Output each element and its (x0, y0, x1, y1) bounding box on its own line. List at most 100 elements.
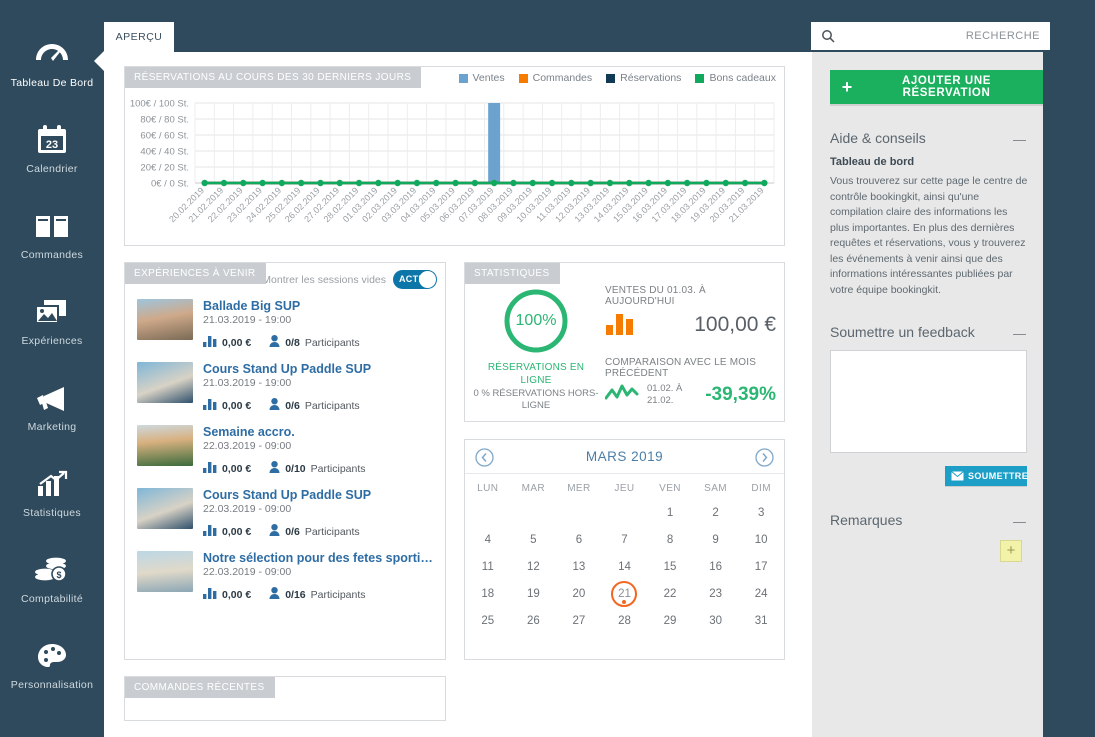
calendar-day-cell[interactable]: 21 (602, 580, 648, 607)
experience-list-item[interactable]: Cours Stand Up Paddle SUP 22.03.2019 - 09… (137, 488, 437, 539)
show-empty-sessions-toggle[interactable]: ACTIF (393, 270, 437, 289)
chevron-left-icon[interactable] (475, 448, 494, 470)
calendar-today-marker[interactable]: 21 (611, 580, 638, 607)
experience-thumbnail (137, 362, 193, 403)
donut-caption: RÉSERVATIONS EN LIGNE (487, 362, 585, 386)
minus-icon[interactable]: — (1013, 515, 1026, 528)
calendar-day-cell[interactable]: 5 (511, 526, 557, 553)
calendar-week-row: 25 26 27 28 29 30 31 (465, 607, 784, 634)
experience-list-item[interactable]: Cours Stand Up Paddle SUP 21.03.2019 - 19… (137, 362, 437, 413)
add-reservation-button[interactable]: + AJOUTER UNE RÉSERVATION (830, 70, 1043, 104)
experience-participants: 0/8 (285, 336, 300, 349)
sidebar-item-label: Comptabilité (21, 593, 83, 605)
submit-feedback-button[interactable]: SOUMETTRE (945, 466, 1028, 487)
legend-item[interactable]: Ventes (458, 72, 505, 84)
calendar-day-cell[interactable]: 23 (693, 580, 739, 607)
calendar-day-cell[interactable]: 2 (693, 499, 739, 526)
calendar-day-cell[interactable]: 15 (647, 553, 693, 580)
section-title: Aide & conseils (830, 130, 926, 146)
experience-title[interactable]: Semaine accro. (203, 425, 437, 439)
sidebar-item-tableau-de-bord[interactable]: Tableau De Bord (0, 26, 105, 112)
calendar-day-cell[interactable]: 31 (738, 607, 784, 634)
svg-text:40€ / 40 St.: 40€ / 40 St. (140, 147, 189, 158)
calendar-day-cell[interactable]: 17 (738, 553, 784, 580)
sidebar-item-statistiques[interactable]: Statistiques (0, 456, 104, 542)
calendar-day-cell[interactable]: 9 (693, 526, 739, 553)
calendar-empty-cell (556, 499, 602, 526)
search-box[interactable] (811, 22, 1050, 50)
empty-sessions-toggle-row: Montrer les sessions vides ACTIF (262, 270, 437, 289)
calendar-day-cell[interactable]: 6 (556, 526, 602, 553)
calendar-day-cell[interactable]: 22 (647, 580, 693, 607)
person-icon (269, 461, 280, 476)
calendar-day-cell[interactable]: 26 (511, 607, 557, 634)
experience-participants-label: Participants (310, 588, 366, 601)
legend-item[interactable]: Réservations (606, 72, 681, 84)
main-content: RÉSERVATIONS AU COURS DES 30 DERNIERS JO… (104, 52, 812, 737)
experience-title[interactable]: Cours Stand Up Paddle SUP (203, 488, 437, 502)
experience-title[interactable]: Notre sélection pour des fetes sportives… (203, 551, 437, 565)
legend-item[interactable]: Commandes (518, 72, 593, 84)
sidebar-item-calendrier[interactable]: 23 Calendrier (0, 112, 104, 198)
calendar-day-cell[interactable]: 14 (602, 553, 648, 580)
calendar-day-cell[interactable]: 1 (647, 499, 693, 526)
experience-title[interactable]: Ballade Big SUP (203, 299, 437, 313)
experience-list-item[interactable]: Semaine accro. 22.03.2019 - 09:00 0,00 € 0/… (137, 425, 437, 476)
calendar-empty-cell (602, 499, 648, 526)
search-input[interactable] (835, 22, 1040, 50)
bar-chart-icon (203, 335, 217, 350)
calendar-day-cell[interactable]: 18 (465, 580, 511, 607)
book-icon (34, 206, 70, 246)
statistics-panel: STATISTIQUES 100% RÉSERVATIONS EN LIGNE … (464, 262, 785, 422)
sidebar-item-experiences[interactable]: Expériences (0, 284, 104, 370)
calendar-day-cell[interactable]: 3 (738, 499, 784, 526)
legend-item[interactable]: Bons cadeaux (695, 72, 776, 84)
sales-caption: VENTES DU 01.03. À AUJOURD'HUI (605, 285, 706, 307)
sidebar-item-commandes[interactable]: Commandes (0, 198, 104, 284)
sidebar-item-comptabilite[interactable]: $ Comptabilité (0, 542, 104, 628)
calendar-day-cell[interactable]: 8 (647, 526, 693, 553)
experience-list-item[interactable]: Ballade Big SUP 21.03.2019 - 19:00 0,00 € 0… (137, 299, 437, 350)
calendar-empty-cell (465, 499, 511, 526)
experience-title[interactable]: Cours Stand Up Paddle SUP (203, 362, 437, 376)
calendar-day-cell[interactable]: 12 (511, 553, 557, 580)
calendar-day-cell[interactable]: 20 (556, 580, 602, 607)
calendar-day-cell[interactable]: 4 (465, 526, 511, 553)
month-calendar-panel: MARS 2019 LUN MAR MER JEU VEN SAM DIM 12345678… (464, 439, 785, 660)
calendar-weekday: MER (567, 483, 591, 494)
sidebar-item-marketing[interactable]: Marketing (0, 370, 104, 456)
experience-participants-cell: 0/8 Participants (269, 335, 360, 350)
tab-apercu[interactable]: APERÇU (104, 22, 174, 52)
calendar-day-cell[interactable]: 11 (465, 553, 511, 580)
calendar-day-cell[interactable]: 24 (738, 580, 784, 607)
calendar-day-cell[interactable]: 25 (465, 607, 511, 634)
minus-icon[interactable]: — (1013, 327, 1026, 340)
calendar-day-cell[interactable]: 28 (602, 607, 648, 634)
calendar-day-cell[interactable]: 10 (738, 526, 784, 553)
calendar-day-cell[interactable]: 16 (693, 553, 739, 580)
experience-participants: 0/10 (285, 462, 306, 475)
calendar-day-cell[interactable]: 27 (556, 607, 602, 634)
calendar-day-cell[interactable]: 19 (511, 580, 557, 607)
calendar-weekday: MAR (521, 483, 546, 494)
person-icon (269, 335, 280, 350)
panel-title: EXPÉRIENCES À VENIR (125, 263, 266, 284)
minus-icon[interactable]: — (1013, 133, 1026, 146)
calendar-day-cell[interactable]: 30 (693, 607, 739, 634)
calendar-day-cell[interactable]: 7 (602, 526, 648, 553)
feedback-textarea[interactable] (830, 350, 1027, 454)
chevron-right-icon[interactable] (755, 448, 774, 470)
sidebar-item-label: Marketing (27, 421, 77, 433)
sidebar-item-personnalisation[interactable]: Personnalisation (0, 628, 104, 714)
section-title: Remarques (830, 512, 903, 529)
experience-price: 0,00 € (222, 588, 252, 601)
legend-label: Commandes (532, 72, 593, 84)
calendar-weekday-row: LUN MAR MER JEU VEN SAM DIM (465, 474, 784, 499)
calendar-day-cell[interactable]: 13 (556, 553, 602, 580)
bar-chart-icon (203, 587, 217, 602)
add-note-button[interactable]: + (1000, 540, 1022, 563)
experience-list-item[interactable]: Notre sélection pour des fetes sportives… (137, 551, 437, 602)
legend-label: Réservations (620, 72, 682, 84)
calendar-day-cell[interactable]: 29 (647, 607, 693, 634)
calendar-weekday: SAM (704, 483, 728, 494)
